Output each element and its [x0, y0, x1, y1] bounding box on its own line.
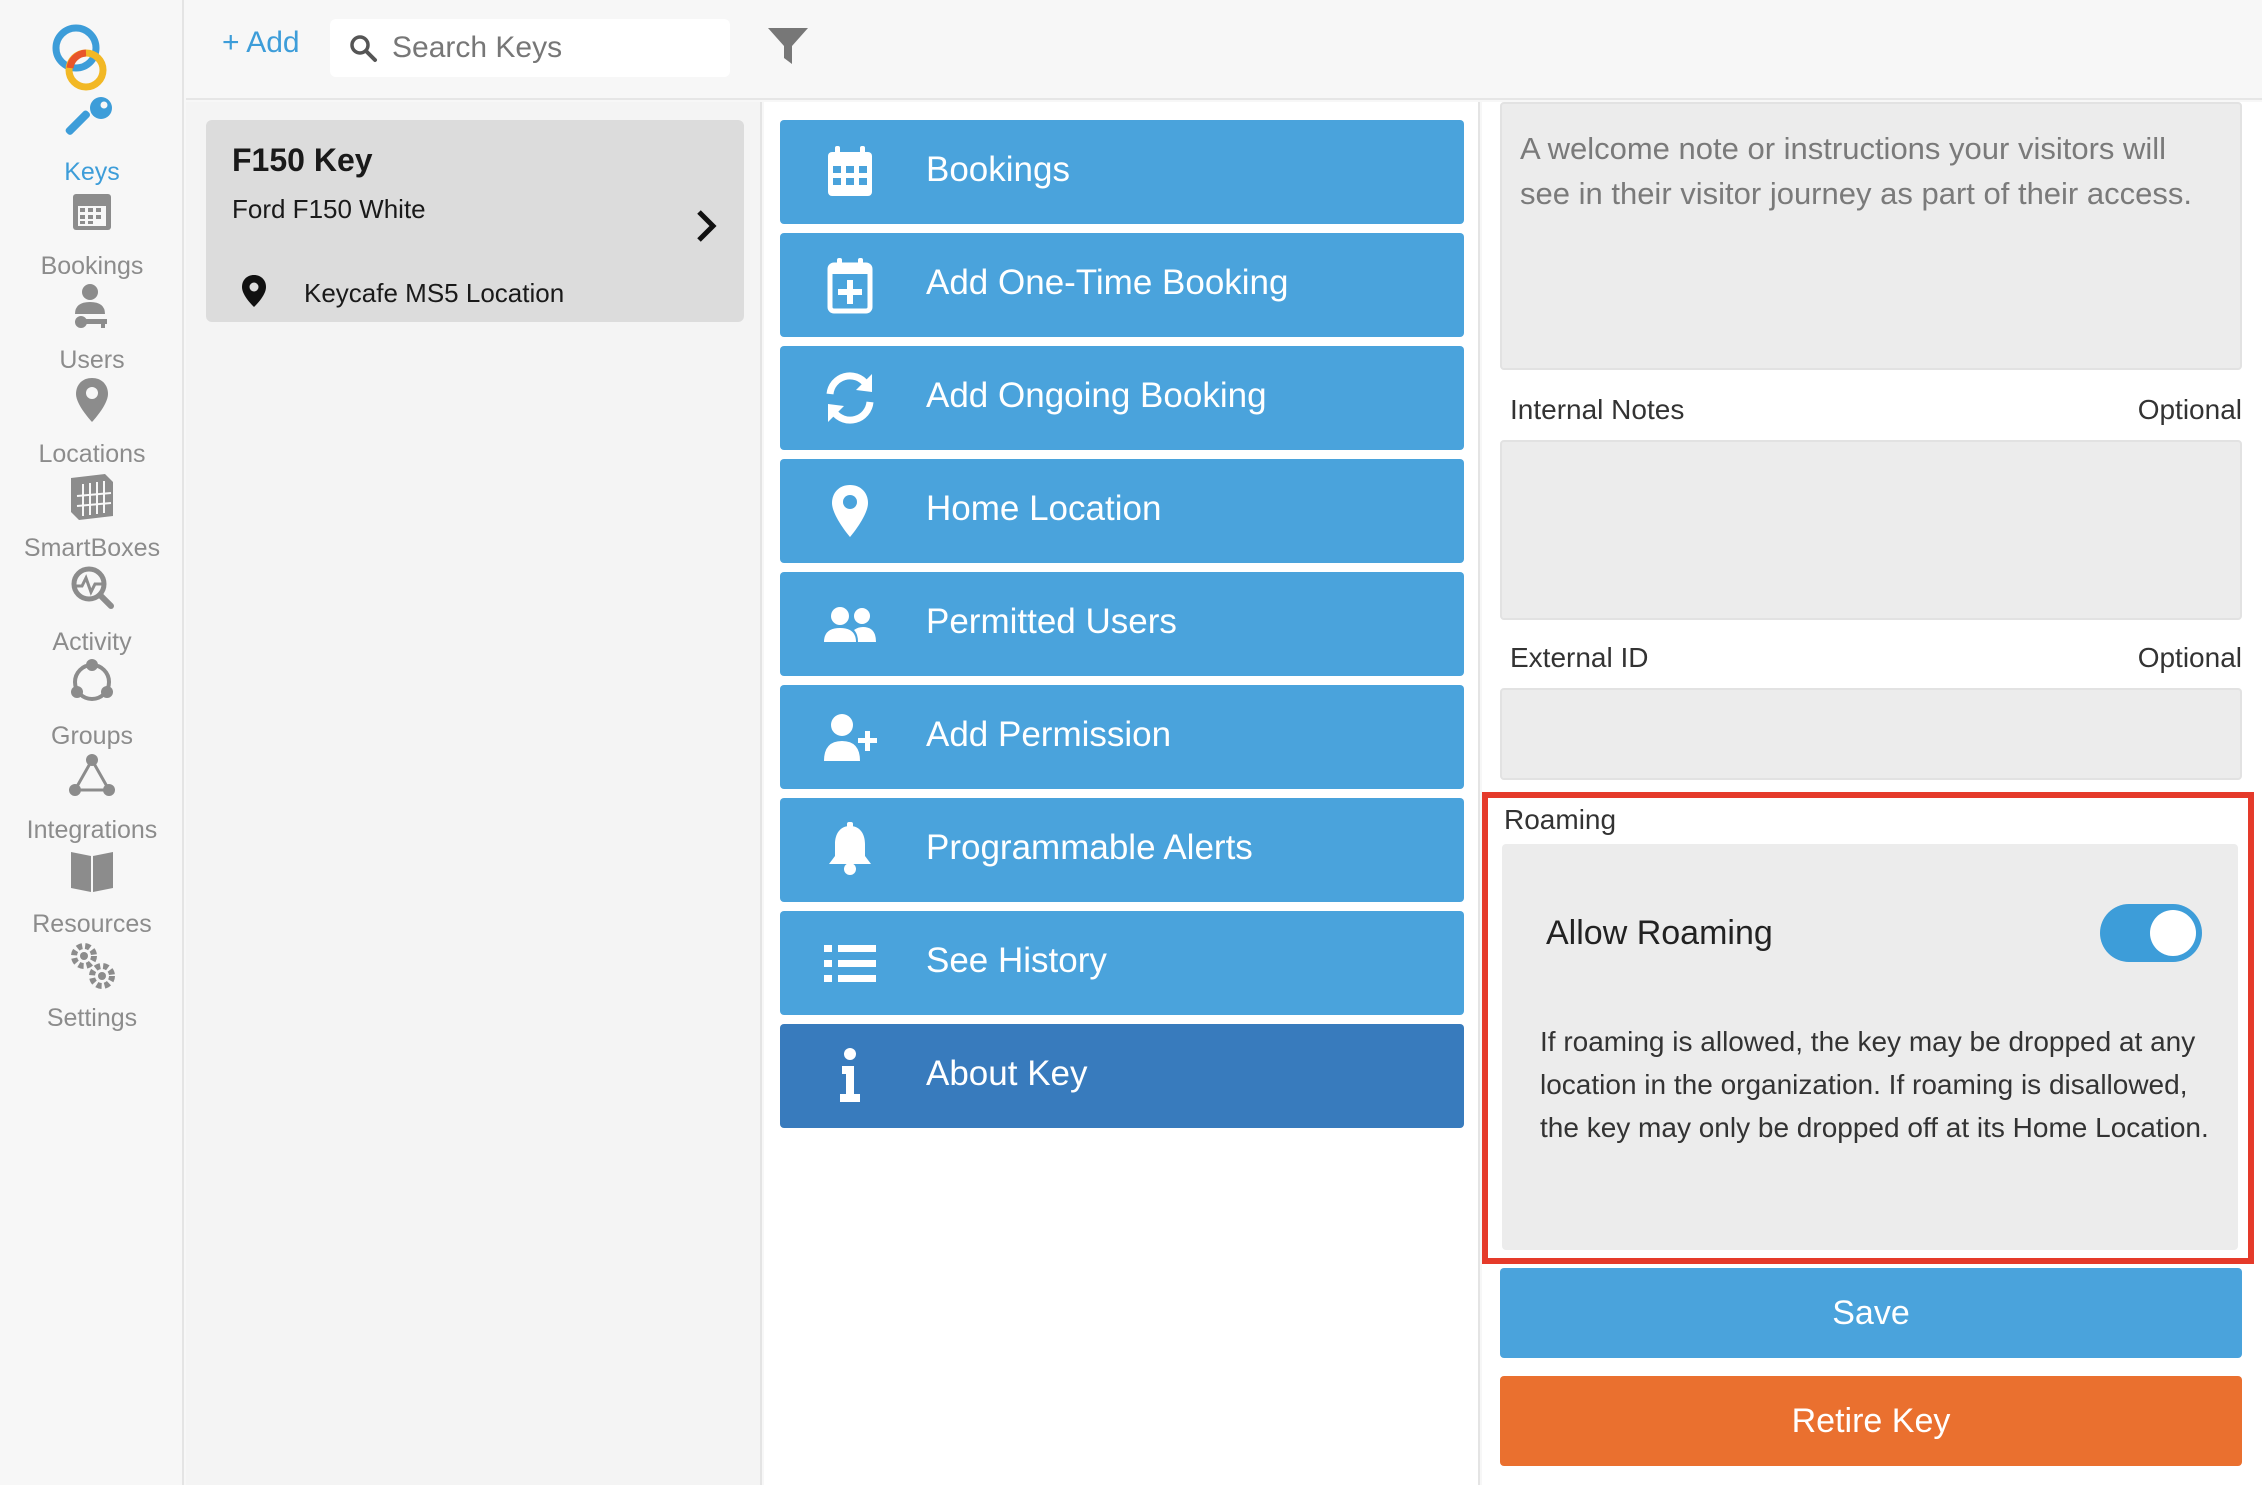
chevron-right-icon [697, 210, 717, 242]
permitted-users-button[interactable]: Permitted Users [780, 572, 1464, 676]
roaming-panel: Allow Roaming If roaming is allowed, the… [1502, 844, 2238, 1250]
groups-icon [71, 659, 113, 701]
about-key-button[interactable]: About Key [780, 1024, 1464, 1128]
gears-icon [71, 943, 115, 989]
nav-label: Integrations [26, 816, 158, 844]
key-icon [65, 97, 112, 135]
nav-label: Bookings [40, 252, 144, 280]
action-label: About Key [926, 1054, 1088, 1093]
key-location: Keycafe MS5 Location [304, 278, 565, 308]
internal-notes-label: Internal Notes [1510, 394, 1685, 425]
programmable-alerts-button[interactable]: Programmable Alerts [780, 798, 1464, 902]
location-pin-icon [832, 485, 868, 537]
top-bar: + Add [186, 0, 2262, 100]
nav-label: Activity [52, 628, 132, 656]
bookings-button[interactable]: Bookings [780, 120, 1464, 224]
action-label: Add Ongoing Booking [926, 376, 1267, 415]
users-icon [824, 607, 876, 642]
add-one-time-booking-button[interactable]: Add One-Time Booking [780, 233, 1464, 337]
nav-label: Keys [64, 158, 120, 186]
nav-label: Settings [46, 1004, 138, 1032]
key-card[interactable]: F150 Key Ford F150 White Keycafe MS5 Loc… [206, 120, 744, 322]
search-box[interactable] [330, 19, 730, 77]
calendar-icon [828, 146, 872, 196]
location-pin-icon [242, 275, 266, 307]
nav-label: Users [59, 346, 125, 374]
keys-list: F150 Key Ford F150 White Keycafe MS5 Loc… [186, 102, 762, 1485]
optional-label: Optional [2137, 394, 2242, 425]
roaming-description: If roaming is allowed, the key may be dr… [1540, 1026, 2209, 1143]
book-icon [71, 852, 113, 892]
bell-icon [829, 822, 871, 875]
add-permission-button[interactable]: Add Permission [780, 685, 1464, 789]
optional-label: Optional [2137, 642, 2242, 673]
nav-label: SmartBoxes [23, 534, 161, 562]
save-button[interactable]: Save [1500, 1268, 2242, 1358]
add-ongoing-booking-button[interactable]: Add Ongoing Booking [780, 346, 1464, 450]
sync-icon [826, 372, 874, 424]
external-id-label: External ID [1510, 642, 1649, 673]
external-id-field[interactable] [1500, 688, 2242, 780]
action-label: Bookings [926, 150, 1070, 189]
search-input[interactable] [392, 27, 712, 69]
about-key-form: A welcome note or instructions your visi… [1482, 102, 2262, 1485]
user-plus-icon [824, 714, 877, 761]
key-actions: Bookings Add One-Time Booking Add Ongoin… [764, 102, 1480, 1485]
user-key-icon [75, 284, 107, 328]
action-label: Programmable Alerts [926, 828, 1253, 867]
list-icon [824, 945, 876, 982]
action-label: Permitted Users [926, 602, 1177, 641]
nav-label: Resources [32, 910, 152, 938]
app-logo[interactable] [46, 18, 116, 98]
key-title: F150 Key [232, 142, 373, 178]
toggle-knob [2150, 910, 2196, 956]
allow-roaming-label: Allow Roaming [1546, 914, 1773, 952]
roaming-section: Roaming Allow Roaming If roaming is allo… [1482, 792, 2254, 1264]
calendar-plus-icon [827, 258, 873, 314]
info-icon [840, 1048, 860, 1102]
internal-notes-field[interactable] [1500, 440, 2242, 620]
nav-label: Locations [38, 440, 146, 468]
retire-key-button[interactable]: Retire Key [1500, 1376, 2242, 1466]
welcome-note-field[interactable]: A welcome note or instructions your visi… [1500, 102, 2242, 370]
integrations-icon [69, 754, 115, 796]
action-label: See History [926, 941, 1107, 980]
activity-icon [71, 566, 114, 609]
allow-roaming-toggle[interactable] [2100, 904, 2202, 962]
roaming-label: Roaming [1504, 804, 1617, 835]
see-history-button[interactable]: See History [780, 911, 1464, 1015]
calendar-icon [73, 194, 111, 230]
action-label: Home Location [926, 489, 1162, 528]
left-nav: Keys Bookings Users Locations SmartBoxes… [0, 0, 184, 1485]
add-key-button[interactable]: + Add [222, 26, 300, 60]
action-label: Add Permission [926, 715, 1172, 754]
search-icon [350, 35, 377, 62]
home-location-button[interactable]: Home Location [780, 459, 1464, 563]
nav-item-settings[interactable]: Settings [0, 938, 184, 1058]
action-label: Add One-Time Booking [926, 263, 1289, 302]
nav-label: Groups [51, 722, 133, 750]
filter-icon[interactable] [764, 22, 812, 70]
key-subtitle: Ford F150 White [232, 194, 426, 224]
location-pin-icon [76, 378, 108, 422]
smartbox-icon [71, 474, 113, 520]
